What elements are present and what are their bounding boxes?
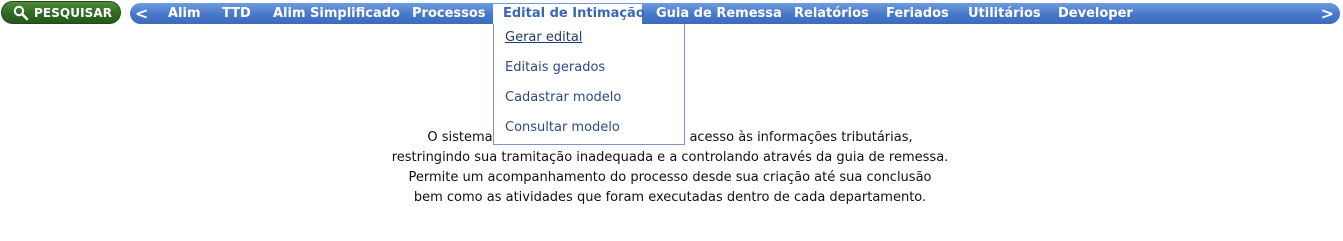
dropdown-item-consultar-modelo[interactable]: Consultar modelo — [505, 120, 620, 135]
menu-item-edital-de-intimacao[interactable]: Edital de Intimação — [493, 4, 645, 24]
menu-item-developer[interactable]: Developer — [1058, 3, 1133, 24]
menu-item-relatorios[interactable]: Relatórios — [794, 3, 869, 24]
menu-next-arrow[interactable]: > — [1321, 3, 1334, 24]
dropdown-item-editais-gerados[interactable]: Editais gerados — [505, 60, 605, 75]
page: PESQUISAR < Alim TTD Alim Simplificado P… — [0, 0, 1343, 241]
main-menu-bar: < Alim TTD Alim Simplificado Processos E… — [130, 3, 1340, 24]
search-button-label: PESQUISAR — [34, 5, 113, 20]
menu-item-alim[interactable]: Alim — [168, 3, 201, 24]
menu-item-guia-de-remessa[interactable]: Guia de Remessa — [656, 3, 782, 24]
dropdown-item-gerar-edital[interactable]: Gerar edital — [505, 30, 582, 45]
description-line: Permite um acompanhamento do processo de… — [408, 170, 932, 185]
description-line: restringindo sua tramitação inadequada e… — [391, 150, 949, 165]
menu-item-utilitarios[interactable]: Utilitários — [968, 3, 1041, 24]
menu-item-alim-simplificado[interactable]: Alim Simplificado — [273, 3, 400, 24]
edital-dropdown-menu: Gerar edital Editais gerados Cadastrar m… — [493, 24, 685, 145]
menu-prev-arrow[interactable]: < — [135, 3, 148, 24]
dropdown-item-cadastrar-modelo[interactable]: Cadastrar modelo — [505, 90, 621, 105]
menu-item-processos[interactable]: Processos — [412, 3, 486, 24]
search-button[interactable]: PESQUISAR — [1, 1, 121, 24]
menu-item-feriados[interactable]: Feriados — [886, 3, 949, 24]
menu-item-ttd[interactable]: TTD — [222, 3, 251, 24]
magnifier-icon — [12, 5, 32, 21]
description-line: bem como as atividades que foram executa… — [413, 190, 927, 205]
